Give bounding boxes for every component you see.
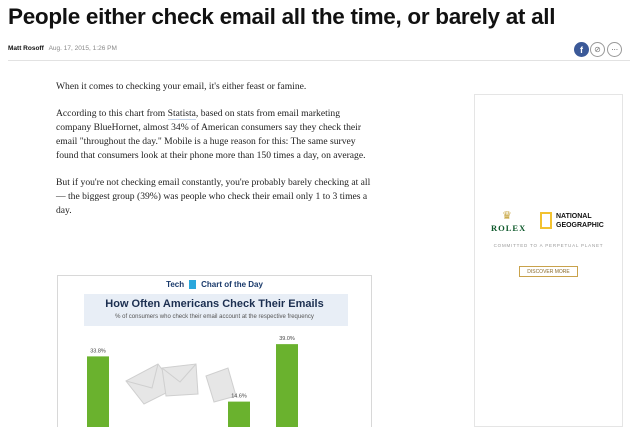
paragraph-1: When it comes to checking your email, it… <box>56 81 307 92</box>
paragraph-2-text-a: According to this chart from <box>56 107 168 119</box>
link-share-icon[interactable]: ⊘ <box>590 42 605 57</box>
header-divider <box>8 60 630 61</box>
ad-tagline: COMMITTED TO A PERPETUAL PLANET <box>493 243 604 248</box>
ad-brand-natgeo: NATIONAL GEOGRAPHIC <box>556 213 604 230</box>
chart-plot: 33.8% 14.6% 39.0% <box>87 336 298 427</box>
chart-value-label-3: 39.0% <box>279 336 295 342</box>
paragraph-2: According to this chart from Statista, b… <box>56 107 376 164</box>
chart-bar-1 <box>87 356 109 427</box>
envelope-illustration <box>125 363 237 405</box>
natgeo-frame-icon <box>540 212 552 229</box>
chart-value-label-1: 33.8% <box>90 348 106 354</box>
chart-bar-3 <box>276 344 298 427</box>
more-share-icon[interactable]: ··· <box>607 42 622 57</box>
rolex-crown-icon: ♛ <box>502 210 512 222</box>
byline: Matt Rosoff Aug. 17, 2015, 1:26 PM <box>8 45 117 52</box>
ad-brand-rolex: ROLEX <box>491 223 527 233</box>
chart-of-the-day: Tech Chart of the Day How Often American… <box>57 275 372 427</box>
advertisement[interactable]: ♛ ROLEX NATIONAL GEOGRAPHIC COMMITTED TO … <box>474 94 623 427</box>
natgeo-line-2: GEOGRAPHIC <box>556 221 604 229</box>
publish-date: Aug. 17, 2015, 1:26 PM <box>48 45 117 52</box>
facebook-share-icon[interactable]: f <box>574 42 589 57</box>
paragraph-3: But if you're not checking email constan… <box>56 177 371 217</box>
statista-link[interactable]: Statista <box>167 107 196 120</box>
discover-more-button[interactable]: DISCOVER MORE <box>519 266 578 277</box>
article-body: When it comes to checking your email, it… <box>56 80 376 231</box>
author-name[interactable]: Matt Rosoff <box>8 45 44 52</box>
natgeo-line-1: NATIONAL <box>556 213 592 220</box>
chart-value-label-2: 14.6% <box>231 394 247 400</box>
chart-bar-2 <box>228 401 250 427</box>
article-headline: People either check email all the time, … <box>8 4 556 29</box>
